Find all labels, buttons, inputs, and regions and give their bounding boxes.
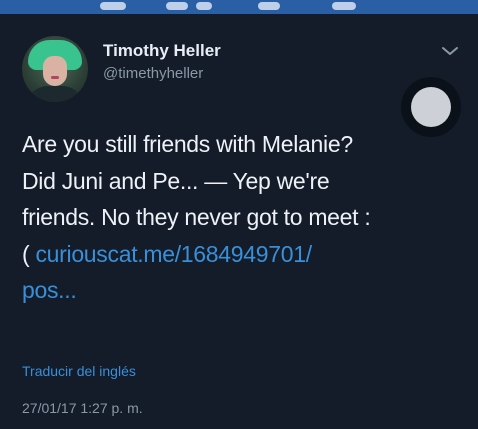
tweet-text-line: Did Juni and Pe... — Yep we're [22, 167, 330, 194]
author-handle[interactable]: @timethyheller [103, 65, 203, 82]
tweet-text-line: pos... [22, 272, 462, 309]
top-bar-icon[interactable] [196, 2, 212, 10]
tweet-text: Are you still friends with Melanie? Did … [22, 126, 462, 309]
tweet-text-line: friends. No they never got to meet : [22, 204, 371, 230]
avatar-face [43, 56, 67, 86]
avatar-lips [51, 76, 59, 79]
screen: Timothy Heller @timethyheller Are you st… [0, 0, 478, 429]
top-bar-icon[interactable] [258, 2, 280, 10]
author-name[interactable]: Timothy Heller [103, 41, 221, 61]
avatar[interactable] [22, 36, 88, 102]
chevron-down-icon[interactable] [440, 44, 460, 58]
floating-button-inner [411, 87, 451, 127]
translate-link[interactable]: Traducir del inglés [22, 363, 136, 379]
tweet-link[interactable]: curiouscat.me/1684949701/ [35, 241, 312, 267]
tweet-card: Timothy Heller @timethyheller Are you st… [0, 14, 478, 429]
top-bar-icon[interactable] [166, 2, 188, 10]
avatar-shoulder [26, 86, 84, 102]
app-top-bar [0, 0, 478, 14]
tweet-text-line: Are you still friends with Melanie? [22, 131, 353, 157]
tweet-text-prefix: ( [22, 240, 36, 267]
tweet-text-line: ( curiouscat.me/1684949701/ [22, 236, 462, 273]
tweet-link-continued[interactable]: pos... [22, 277, 77, 303]
top-bar-icon[interactable] [332, 2, 356, 10]
tweet-timestamp: 27/01/17 1:27 p. m. [22, 400, 143, 416]
top-bar-icon[interactable] [100, 2, 126, 10]
